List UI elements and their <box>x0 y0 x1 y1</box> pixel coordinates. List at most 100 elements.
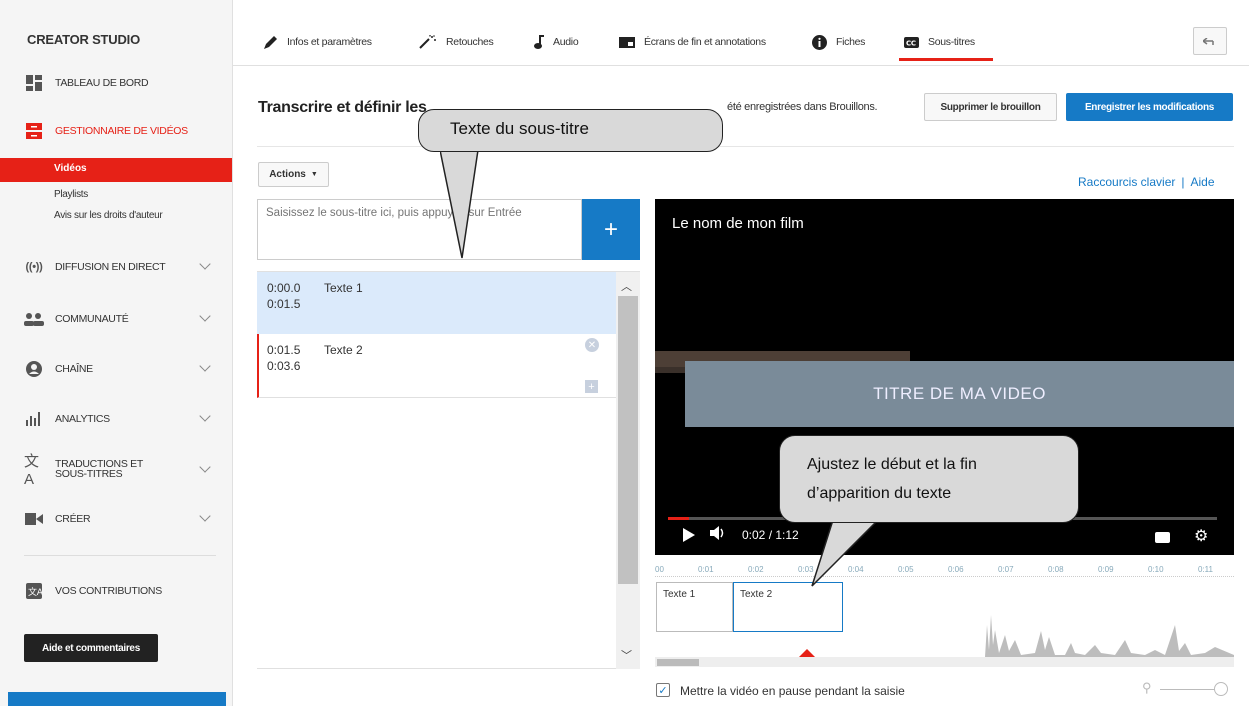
captions-icon[interactable] <box>1155 532 1170 543</box>
back-button[interactable] <box>1193 27 1227 55</box>
zoom-slider-knob[interactable] <box>1214 682 1228 696</box>
tab-audio[interactable]: Audio <box>534 32 579 52</box>
sidebar-sub-item-copyright[interactable]: Avis sur les droits d'auteur <box>54 210 163 221</box>
sidebar-item-analytics[interactable]: ANALYTICS <box>24 408 219 430</box>
list-scrollbar[interactable]: ︿ ﹀ <box>616 272 640 669</box>
community-icon <box>24 311 44 327</box>
subtitle-start-time[interactable]: 0:01.5 <box>267 343 300 357</box>
help-link[interactable]: Aide <box>1190 175 1214 189</box>
sidebar-item-live[interactable]: ((•)) DIFFUSION EN DIRECT <box>24 256 219 278</box>
tab-end-screens[interactable]: Écrans de fin et annotations <box>619 32 766 52</box>
subtitle-start-time[interactable]: 0:00.0 <box>267 281 300 295</box>
tab-subtitles[interactable]: CC Sous-titres <box>904 32 975 52</box>
timeline-tick: 0:08 <box>1048 565 1064 574</box>
tab-cards[interactable]: Fiches <box>812 32 865 52</box>
sidebar-item-label: VOS CONTRIBUTIONS <box>55 585 162 597</box>
video-camera-icon <box>24 511 44 527</box>
pause-while-typing-checkbox[interactable]: ✓ <box>656 683 670 697</box>
help-feedback-button[interactable]: Aide et commentaires <box>24 634 158 662</box>
chevron-up-icon[interactable]: ︿ <box>621 278 632 294</box>
gear-icon[interactable]: ⚙ <box>1194 526 1208 546</box>
keyboard-shortcuts-link[interactable]: Raccourcis clavier <box>1078 175 1175 189</box>
sidebar-sub-item-videos[interactable]: Vidéos <box>0 158 232 182</box>
timeline-tick: 00 <box>655 565 664 574</box>
play-icon[interactable] <box>683 528 695 542</box>
sidebar-item-label: ANALYTICS <box>55 413 110 425</box>
sidebar-item-channel[interactable]: CHAÎNE <box>24 358 219 380</box>
sidebar-item-video-manager[interactable]: GESTIONNAIRE DE VIDÉOS <box>24 120 219 142</box>
zoom-slider-track[interactable] <box>1160 689 1215 690</box>
sidebar-item-label: CRÉER <box>55 513 91 525</box>
timeline-tick: 0:07 <box>998 565 1014 574</box>
annotation-line: d’apparition du texte <box>807 485 952 502</box>
subtitle-list: 0:00.0 0:01.5 Texte 1 0:01.5 0:03.6 Text… <box>257 271 640 669</box>
tab-label: Fiches <box>836 36 866 48</box>
tab-enhancements[interactable]: Retouches <box>419 32 494 52</box>
subtitle-row[interactable]: 0:00.0 0:01.5 Texte 1 <box>257 272 616 334</box>
subtitle-end-time[interactable]: 0:03.6 <box>267 359 300 373</box>
sidebar-item-contributions[interactable]: 文A VOS CONTRIBUTIONS <box>24 580 219 602</box>
timeline-ruler: 00 0:01 0:02 0:03 0:04 0:05 0:06 0:07 0:… <box>655 555 1234 577</box>
annotation-callout: Texte du sous-titre <box>418 109 723 152</box>
page-title: Transcrire et définir les <box>258 99 427 116</box>
svg-text:CC: CC <box>906 39 916 47</box>
timeline-tick: 0:05 <box>898 565 914 574</box>
volume-icon[interactable] <box>710 526 726 543</box>
cc-icon: CC <box>904 36 919 48</box>
delete-subtitle-icon[interactable]: ✕ <box>585 338 599 352</box>
pencil-icon <box>264 35 278 49</box>
subtitle-row[interactable]: 0:01.5 0:03.6 Texte 2 ✕ + <box>257 334 616 398</box>
draft-status-text: été enregistrées dans Brouillons. <box>727 101 878 113</box>
sidebar-item-community[interactable]: COMMUNAUTÉ <box>24 308 219 330</box>
chevron-down-icon <box>199 310 211 322</box>
analytics-bars-icon <box>24 411 44 427</box>
video-manager-icon <box>24 123 44 139</box>
pause-while-typing-label: Mettre la vidéo en pause pendant la sais… <box>680 684 905 698</box>
timeline-scrollbar[interactable] <box>655 657 1234 667</box>
scrollbar-thumb[interactable] <box>618 296 638 584</box>
video-title: Le nom de mon film <box>672 215 804 232</box>
sidebar-item-label: DIFFUSION EN DIRECT <box>55 261 166 273</box>
timeline-tick: 0:01 <box>698 565 714 574</box>
svg-text:文A: 文A <box>28 586 42 598</box>
subtitle-text[interactable]: Texte 1 <box>324 281 363 295</box>
editor-tabs: Infos et paramètres Retouches Audio Écra… <box>233 0 1249 66</box>
sidebar-divider <box>24 555 216 556</box>
chevron-down-icon <box>199 510 211 522</box>
audio-waveform <box>975 615 1234 657</box>
account-circle-icon <box>24 361 44 377</box>
back-arrow-icon <box>1201 34 1217 49</box>
timeline-caption-block[interactable]: Texte 1 <box>656 582 733 632</box>
tab-label: Retouches <box>446 36 494 48</box>
delete-draft-button[interactable]: Supprimer le brouillon <box>924 93 1057 121</box>
save-changes-button[interactable]: Enregistrer les modifications <box>1066 93 1233 121</box>
translate-icon: 文A <box>24 453 39 488</box>
tab-label: Écrans de fin et annotations <box>644 36 766 48</box>
caret-down-icon: ▼ <box>310 171 318 178</box>
sidebar-item-translations[interactable]: 文A TRADUCTIONS ET SOUS-TITRES <box>24 453 219 488</box>
chevron-down-icon <box>199 461 211 473</box>
add-subtitle-button[interactable]: + <box>582 199 640 260</box>
playhead-marker[interactable] <box>799 649 815 657</box>
sidebar-item-label: GESTIONNAIRE DE VIDÉOS <box>55 125 188 137</box>
contributions-icon: 文A <box>24 583 44 599</box>
tab-label: Sous-titres <box>928 36 975 48</box>
sidebar-sub-item-playlists[interactable]: Playlists <box>54 189 88 200</box>
timeline-tick: 0:09 <box>1098 565 1114 574</box>
insert-subtitle-icon[interactable]: + <box>585 380 598 393</box>
tab-label: Audio <box>553 36 579 48</box>
tab-info-settings[interactable]: Infos et paramètres <box>264 32 372 52</box>
sidebar-bottom-bar <box>8 692 226 706</box>
zoom-search-icon: ⚲ <box>1142 680 1152 695</box>
sidebar-item-dashboard[interactable]: TABLEAU DE BORD <box>24 72 219 94</box>
chevron-down-icon[interactable]: ﹀ <box>621 647 632 663</box>
sidebar-item-label: CHAÎNE <box>55 363 93 375</box>
subtitle-end-time[interactable]: 0:01.5 <box>267 297 300 311</box>
sidebar-item-create[interactable]: CRÉER <box>24 508 219 530</box>
chevron-down-icon <box>199 360 211 372</box>
end-screen-icon <box>619 36 635 48</box>
timeline-scroll-thumb[interactable] <box>657 659 699 666</box>
subtitle-timeline[interactable]: 00 0:01 0:02 0:03 0:04 0:05 0:06 0:07 0:… <box>655 555 1234 667</box>
actions-dropdown[interactable]: Actions ▼ <box>258 162 329 187</box>
subtitle-text[interactable]: Texte 2 <box>324 343 363 357</box>
